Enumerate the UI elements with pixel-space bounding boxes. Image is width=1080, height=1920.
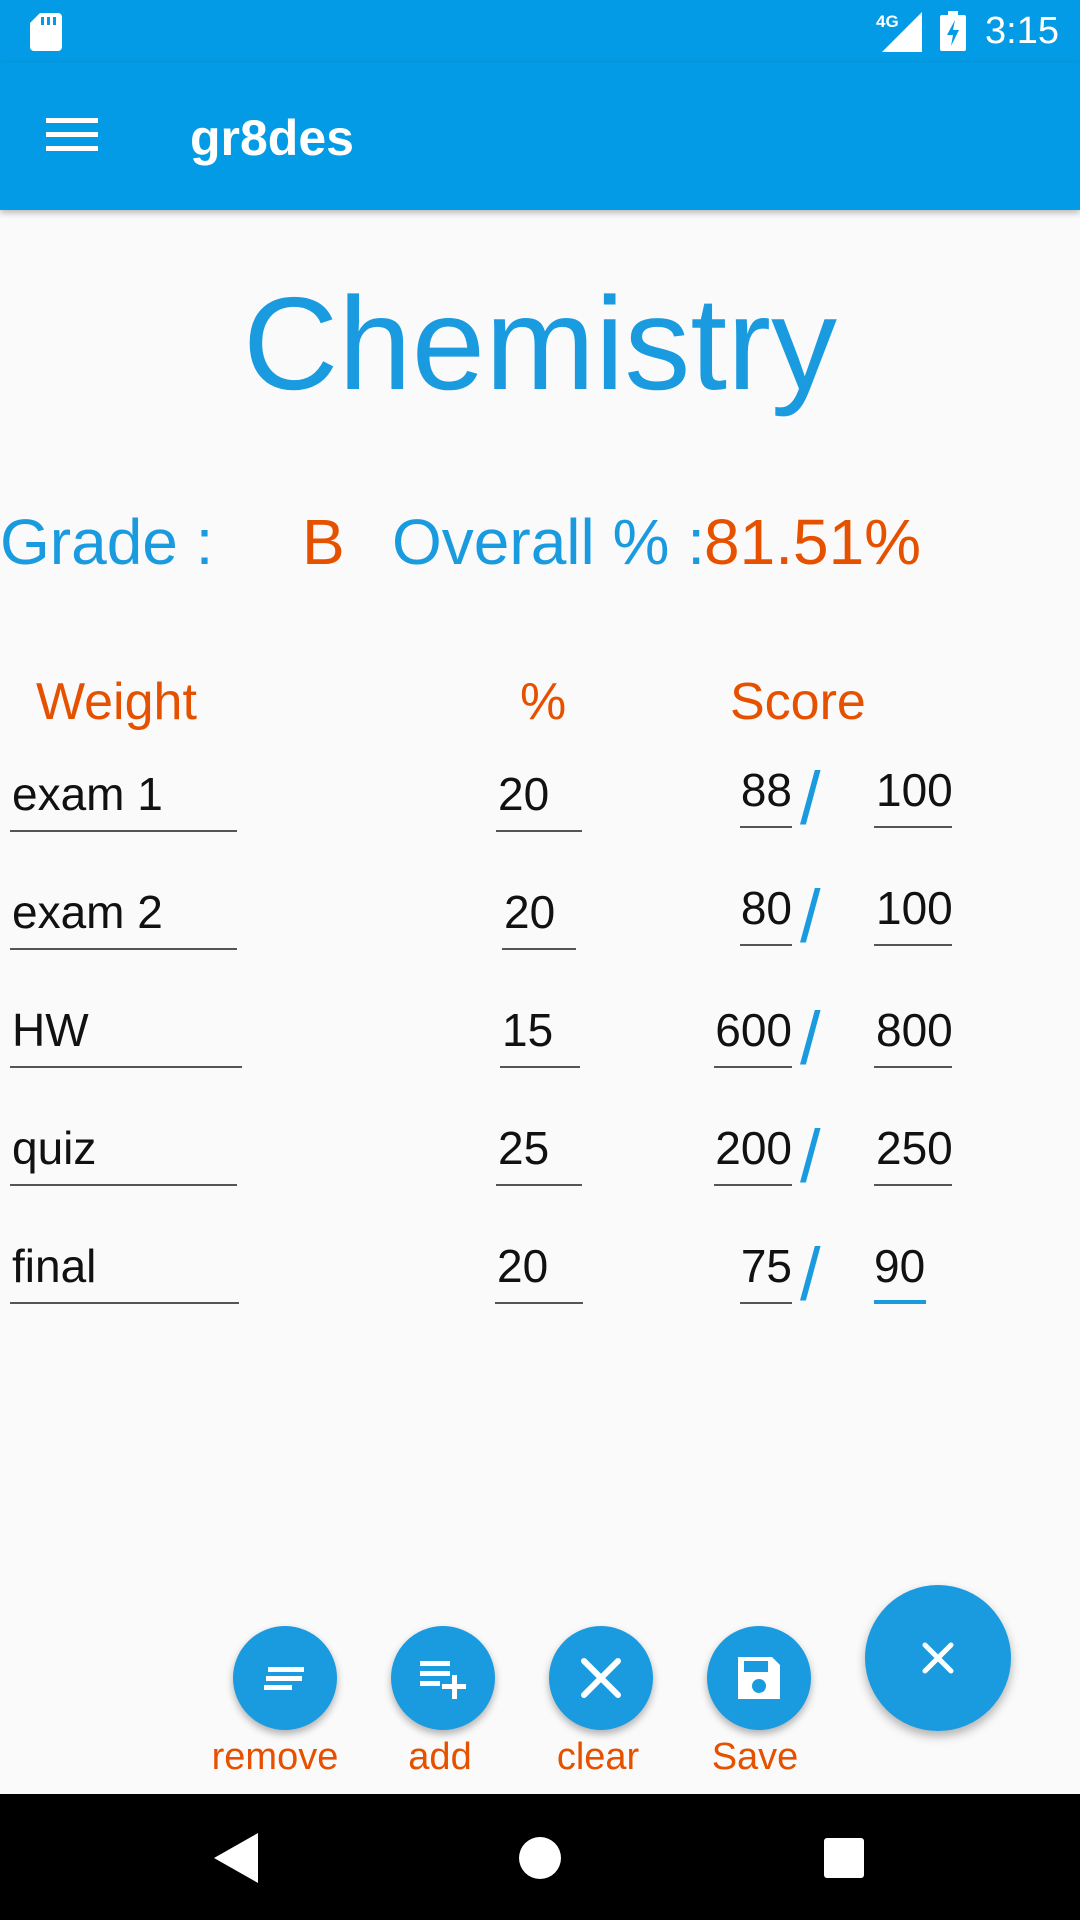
clear-label: clear	[556, 1736, 640, 1778]
row-total-input[interactable]: 250	[874, 1120, 952, 1186]
main-fab-button[interactable]	[865, 1585, 1011, 1731]
remove-button[interactable]	[233, 1626, 337, 1730]
remove-label: remove	[211, 1736, 339, 1778]
row-name-input[interactable]: HW	[10, 1002, 242, 1068]
score-column-header: Score	[730, 673, 866, 731]
grade-label: Grade :	[0, 506, 214, 578]
row-name-input[interactable]: final	[10, 1238, 239, 1304]
menu-icon[interactable]	[46, 115, 98, 155]
navigation-bar	[0, 1794, 1080, 1920]
close-icon	[581, 1658, 621, 1698]
row-score-input[interactable]: 88	[740, 762, 792, 828]
row-total-input[interactable]: 100	[874, 762, 952, 828]
row-percent-input[interactable]: 20	[502, 884, 576, 950]
row-total-input[interactable]: 800	[874, 1002, 952, 1068]
row-percent-input[interactable]: 20	[495, 1238, 583, 1304]
row-name-input[interactable]: quiz	[10, 1120, 237, 1186]
sd-card-icon	[30, 13, 62, 51]
status-time: 3:15	[985, 10, 1059, 52]
row-score-input[interactable]: 200	[714, 1120, 792, 1186]
app-bar: gr8des	[0, 63, 1080, 210]
status-bar: 4G 3:15	[0, 0, 1080, 63]
home-icon[interactable]	[518, 1836, 562, 1880]
row-total-input[interactable]: 100	[874, 880, 952, 946]
remove-list-icon	[264, 1667, 304, 1690]
score-divider: /	[800, 757, 821, 840]
add-button[interactable]	[391, 1626, 495, 1730]
row-percent-input[interactable]: 15	[500, 1002, 580, 1068]
row-score-input[interactable]: 600	[714, 1002, 792, 1068]
percent-column-header: %	[520, 673, 567, 731]
add-label: add	[408, 1736, 472, 1778]
score-divider: /	[800, 875, 821, 958]
app-title: gr8des	[190, 110, 354, 166]
subject-title: Chemistry	[242, 270, 838, 417]
grade-value: B	[302, 506, 345, 578]
row-total-input[interactable]: 90	[874, 1238, 926, 1304]
signal-icon	[882, 12, 922, 52]
weight-column-header: Weight	[36, 673, 197, 731]
row-score-input[interactable]: 80	[740, 880, 792, 946]
save-label: Save	[711, 1736, 799, 1778]
row-name-input[interactable]: exam 2	[10, 884, 237, 950]
row-percent-input[interactable]: 25	[496, 1120, 582, 1186]
row-name-input[interactable]: exam 1	[10, 766, 237, 832]
recents-icon[interactable]	[824, 1838, 864, 1878]
save-button[interactable]	[707, 1626, 811, 1730]
row-score-input[interactable]: 75	[740, 1238, 792, 1304]
row-percent-input[interactable]: 20	[496, 766, 582, 832]
close-icon	[922, 1642, 954, 1674]
score-divider: /	[800, 997, 821, 1080]
add-list-icon	[420, 1661, 466, 1699]
score-divider: /	[800, 1115, 821, 1198]
clear-button[interactable]	[549, 1626, 653, 1730]
overall-label: Overall % :	[392, 506, 705, 578]
score-divider: /	[800, 1233, 821, 1316]
battery-charging-icon	[940, 11, 966, 51]
back-icon[interactable]	[214, 1833, 258, 1883]
save-icon	[738, 1657, 780, 1699]
overall-value: 81.51%	[704, 506, 922, 578]
